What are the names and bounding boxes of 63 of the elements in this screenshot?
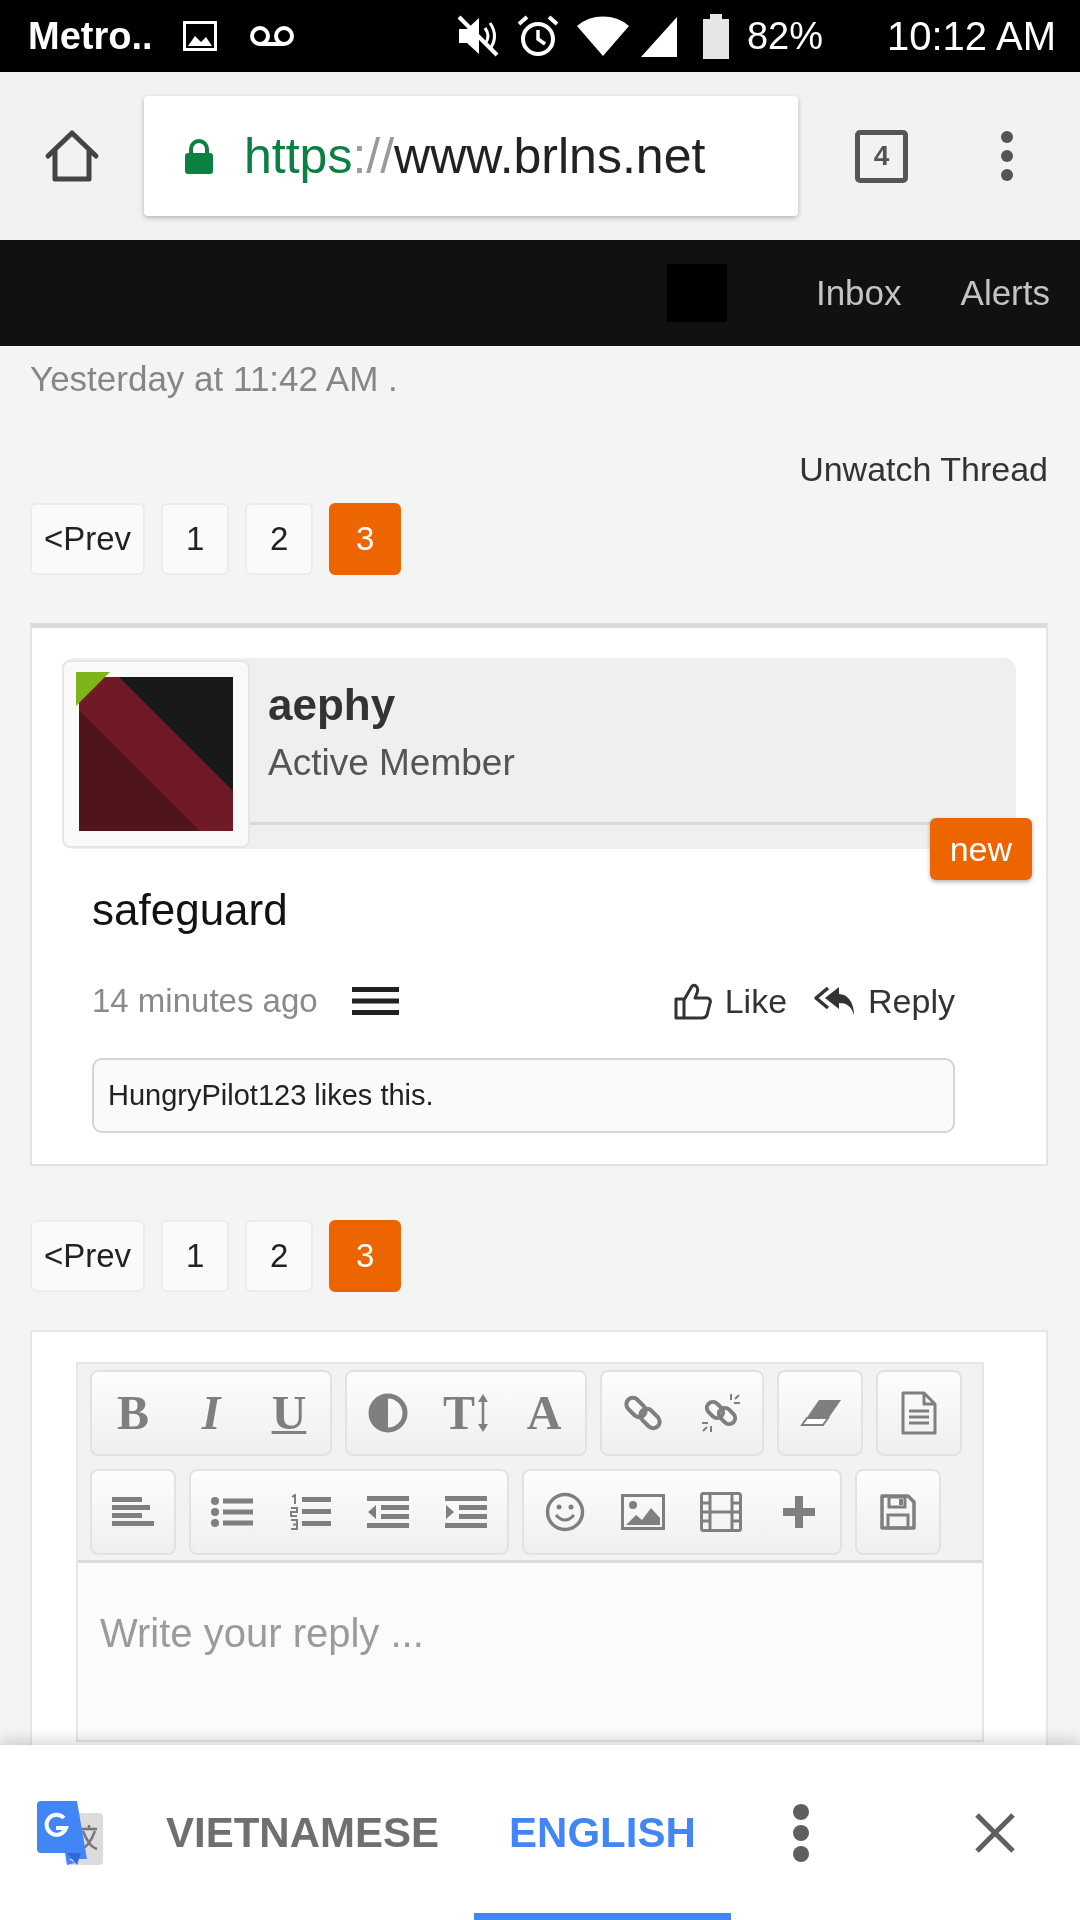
font-button[interactable]: A (505, 1372, 583, 1454)
address-bar[interactable]: https://www.brlns.net (144, 96, 798, 216)
page-button[interactable]: <Prev (30, 1220, 146, 1292)
document-icon (901, 1391, 937, 1435)
url-text: https://www.brlns.net (244, 127, 706, 185)
nav-link[interactable]: Alerts (960, 273, 1050, 313)
vertical-arrow-icon (477, 1393, 489, 1433)
align-left-icon (112, 1497, 154, 1527)
image-icon (621, 1494, 665, 1530)
post-message: safeguard (92, 884, 289, 936)
numbered-list-icon (289, 1494, 331, 1530)
reply-button[interactable]: Reply (813, 981, 955, 1021)
broken-chain-icon (701, 1393, 741, 1433)
bullet-list-icon (211, 1497, 253, 1527)
home-icon[interactable] (44, 129, 100, 183)
battery-percent: 82% (746, 14, 823, 58)
close-icon[interactable] (975, 1812, 1015, 1853)
nav-link[interactable]: Inbox (815, 273, 902, 313)
like-button[interactable]: Like (673, 981, 788, 1021)
page-button[interactable]: 2 (245, 1220, 314, 1292)
page-button[interactable]: 1 (161, 503, 230, 575)
eraser-icon (797, 1398, 843, 1428)
voicemail-icon (248, 25, 295, 47)
menu-icon[interactable] (351, 987, 399, 1015)
film-strip-icon (700, 1492, 742, 1532)
battery-icon (700, 13, 731, 59)
translate-icon (37, 1800, 103, 1865)
language-tab[interactable]: ENGLISH (474, 1745, 731, 1920)
italic-button[interactable]: I (172, 1372, 250, 1454)
more-icon[interactable] (1000, 130, 1014, 182)
corner-triangle-icon (76, 672, 110, 706)
bold-button[interactable]: B (94, 1372, 172, 1454)
alarm-icon (516, 14, 559, 58)
plus-icon (783, 1496, 815, 1528)
image-icon (182, 21, 217, 51)
reply-all-icon (813, 985, 856, 1017)
chain-link-icon (623, 1393, 663, 1433)
thumbs-up-icon (673, 982, 712, 1020)
unwatch-thread-link[interactable]: Unwatch Thread (799, 444, 1048, 494)
author-name[interactable]: aephy (268, 678, 1016, 732)
likes-summary: HungryPilot123 likes this. (92, 1058, 955, 1133)
signal-icon (638, 15, 679, 57)
font-size-button[interactable]: T (427, 1372, 505, 1454)
user-title: Active Member (268, 741, 516, 785)
wifi-icon (574, 14, 631, 58)
reply-field[interactable]: Write your reply ... (78, 1560, 982, 1740)
last-update-text: Yesterday at 11:42 AM . (30, 358, 399, 400)
smiley-icon (545, 1492, 585, 1532)
page-button[interactable]: 1 (161, 1220, 230, 1292)
half-circle-icon (368, 1393, 408, 1433)
carrier-name: Metro.. (28, 14, 153, 58)
page-button[interactable]: <Prev (30, 503, 146, 575)
indent-icon (445, 1496, 487, 1528)
underline-button[interactable]: U (250, 1372, 328, 1454)
page-button[interactable]: 2 (245, 503, 314, 575)
tab-switcher-button[interactable]: 4 (855, 129, 908, 183)
post-time: 14 minutes ago (92, 982, 318, 1020)
outdent-icon (367, 1496, 409, 1528)
language-tab[interactable]: VIETNAMESE (131, 1745, 475, 1920)
more-icon[interactable] (790, 1802, 811, 1863)
new-badge: new (929, 818, 1032, 880)
lock-icon (184, 138, 214, 174)
clock-time: 10:12 AM (887, 13, 1056, 59)
